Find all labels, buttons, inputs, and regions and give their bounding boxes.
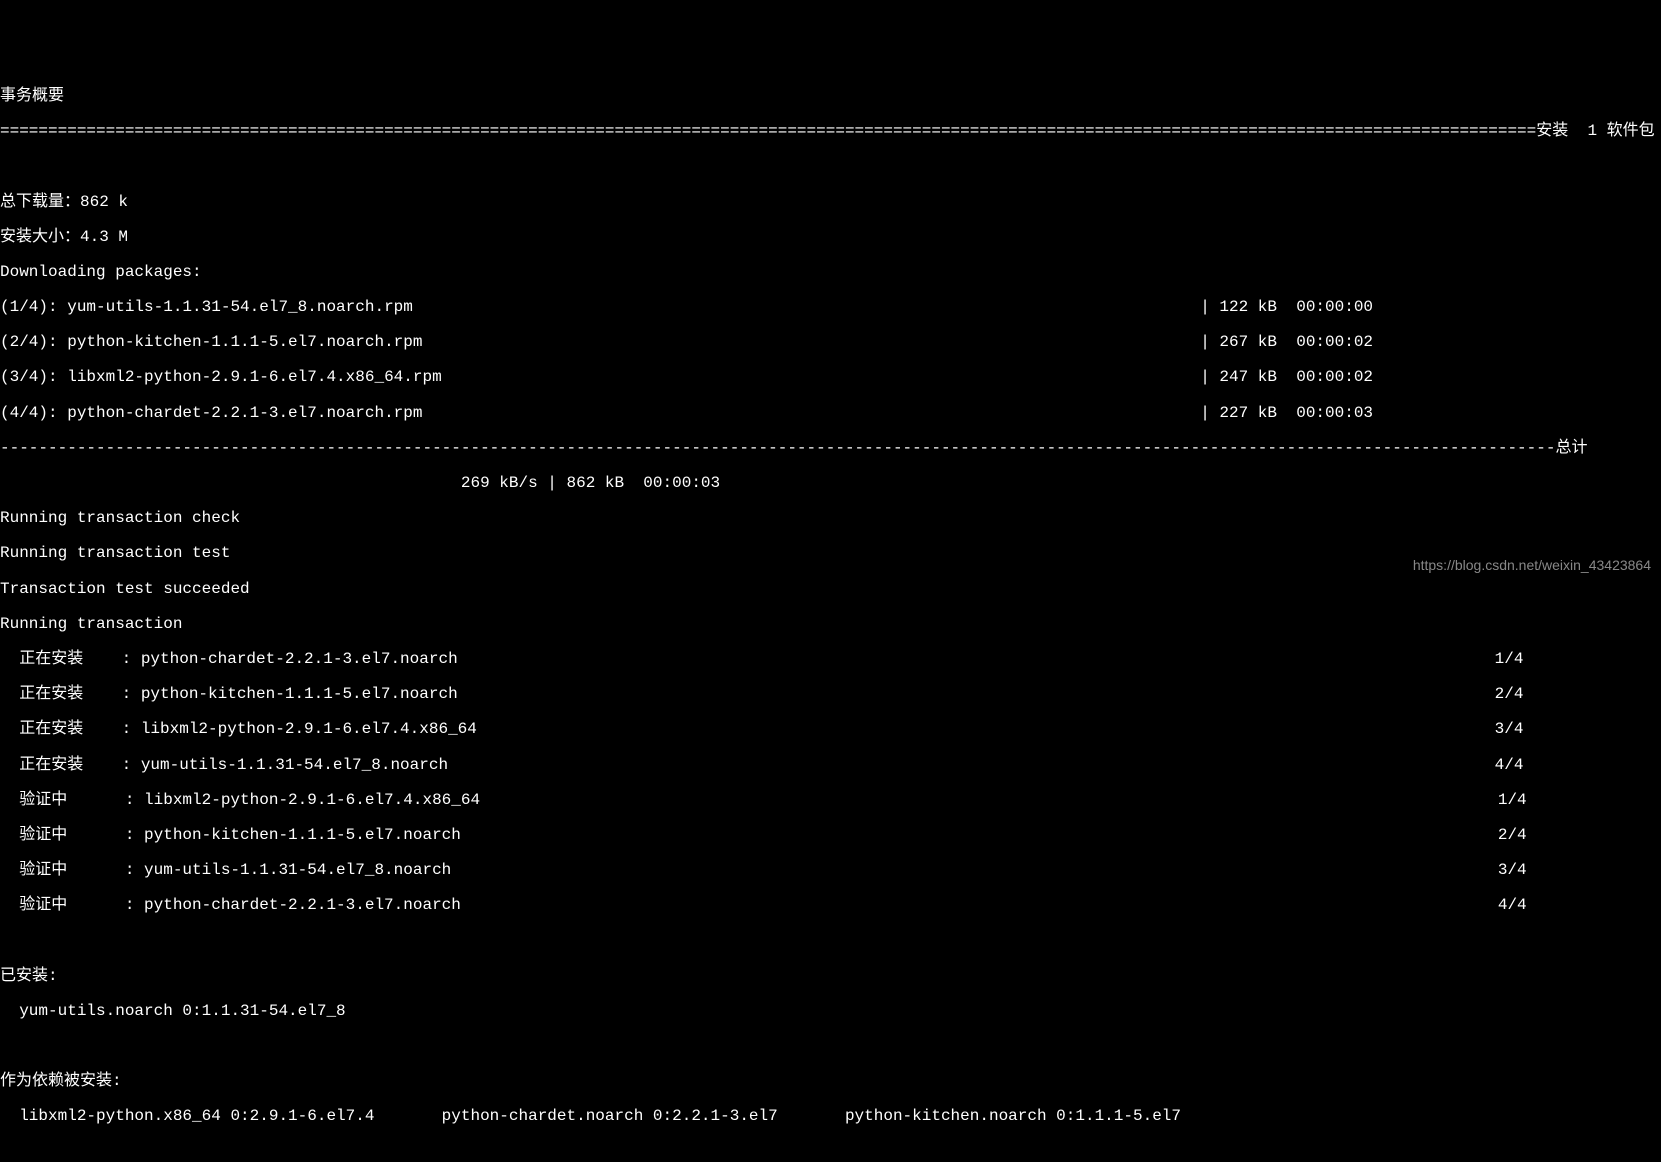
transaction-test-ok: Transaction test succeeded bbox=[0, 581, 1661, 599]
download-row: (2/4): python-kitchen-1.1.1-5.el7.noarch… bbox=[0, 334, 1661, 352]
install-step: 正在安装 : yum-utils-1.1.31-54.el7_8.noarch … bbox=[0, 757, 1661, 775]
transaction-check: Running transaction check bbox=[0, 510, 1661, 528]
total-stats: 269 kB/s | 862 kB 00:00:03 bbox=[0, 475, 1661, 493]
verify-step: 验证中 : libxml2-python-2.9.1-6.el7.4.x86_6… bbox=[0, 792, 1661, 810]
blank-line bbox=[0, 1038, 1661, 1056]
watermark-text: https://blog.csdn.net/weixin_43423864 bbox=[1413, 558, 1651, 573]
verify-step: 验证中 : python-chardet-2.2.1-3.el7.noarch … bbox=[0, 897, 1661, 915]
blank-line bbox=[0, 158, 1661, 176]
install-size: 安装大小：4.3 M bbox=[0, 229, 1661, 247]
blank-line bbox=[0, 1144, 1661, 1162]
deps-label: 作为依赖被安装: bbox=[0, 1073, 1661, 1091]
separator-install-summary: ========================================… bbox=[0, 123, 1661, 141]
deps-packages: libxml2-python.x86_64 0:2.9.1-6.el7.4 py… bbox=[0, 1108, 1661, 1126]
total-download-size: 总下载量：862 k bbox=[0, 194, 1661, 212]
transaction-running: Running transaction bbox=[0, 616, 1661, 634]
terminal-output: 事务概要 ===================================… bbox=[0, 70, 1661, 1162]
verify-step: 验证中 : python-kitchen-1.1.1-5.el7.noarch … bbox=[0, 827, 1661, 845]
section-title: 事务概要 bbox=[0, 88, 1661, 106]
install-step: 正在安装 : python-chardet-2.2.1-3.el7.noarch… bbox=[0, 651, 1661, 669]
install-step: 正在安装 : libxml2-python-2.9.1-6.el7.4.x86_… bbox=[0, 721, 1661, 739]
download-row: (3/4): libxml2-python-2.9.1-6.el7.4.x86_… bbox=[0, 369, 1661, 387]
install-step: 正在安装 : python-kitchen-1.1.1-5.el7.noarch… bbox=[0, 686, 1661, 704]
downloading-packages-label: Downloading packages: bbox=[0, 264, 1661, 282]
blank-line bbox=[0, 932, 1661, 950]
installed-label: 已安装: bbox=[0, 968, 1661, 986]
verify-step: 验证中 : yum-utils-1.1.31-54.el7_8.noarch 3… bbox=[0, 862, 1661, 880]
download-row: (4/4): python-chardet-2.2.1-3.el7.noarch… bbox=[0, 405, 1661, 423]
installed-package: yum-utils.noarch 0:1.1.31-54.el7_8 bbox=[0, 1003, 1661, 1021]
total-separator: ----------------------------------------… bbox=[0, 440, 1661, 458]
download-row: (1/4): yum-utils-1.1.31-54.el7_8.noarch.… bbox=[0, 299, 1661, 317]
